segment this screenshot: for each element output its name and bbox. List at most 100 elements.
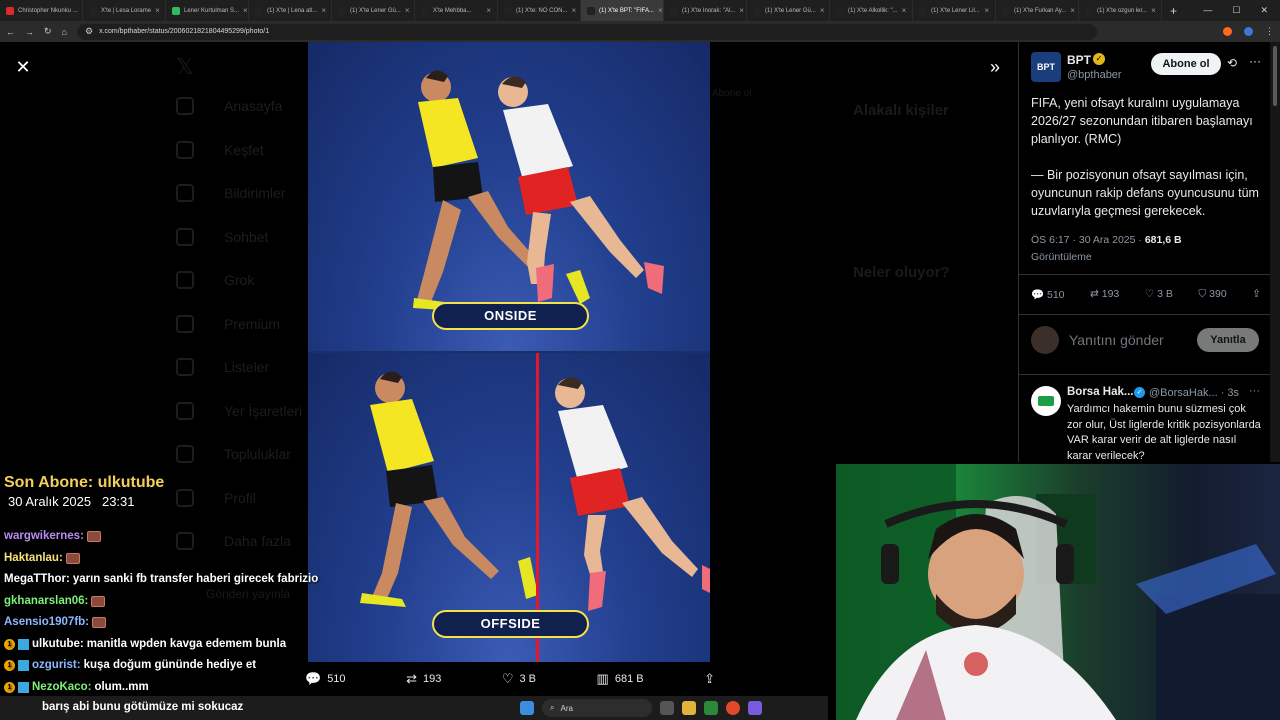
subscriber-badge-icon: 1: [4, 638, 15, 650]
close-window-icon[interactable]: ✕: [1260, 5, 1268, 16]
browser-tab[interactable]: (1) X'te Furkan Ay... ×: [996, 0, 1079, 21]
tab-close-icon[interactable]: ×: [658, 6, 663, 15]
reply-submit-button[interactable]: Yanıtla: [1197, 328, 1259, 352]
minimize-icon[interactable]: —: [1203, 5, 1212, 16]
more-options-icon[interactable]: ···: [1249, 54, 1261, 68]
avatar[interactable]: BPT: [1031, 52, 1061, 82]
tab-label: (1) X'te BPT: "FIFA...: [599, 7, 654, 14]
browser-tab[interactable]: (1) X'te Lener Gü... ×: [747, 0, 830, 21]
tab-close-icon[interactable]: ×: [572, 6, 577, 15]
reply-author-name[interactable]: Borsa Hak...: [1067, 386, 1133, 398]
extension-icon[interactable]: [1244, 27, 1253, 36]
browser-tab[interactable]: Christopher Nkunku ...×: [0, 0, 83, 21]
tab-label: Lener Kurtulman S...: [184, 7, 240, 14]
chat-badge-icon: [18, 638, 29, 650]
tweet-timestamp: ÖS 6:17 · 30 Ara 2025 · 681,6 B: [1031, 234, 1182, 246]
views-button[interactable]: ▥ 681 B: [597, 671, 644, 687]
tab-close-icon[interactable]: ×: [405, 6, 410, 15]
chrome-icon[interactable]: [726, 701, 740, 715]
tab-close-icon[interactable]: ×: [321, 6, 326, 15]
reply-count: 510: [1047, 289, 1065, 301]
taskbar-search[interactable]: ⌕ Ara: [542, 699, 652, 717]
new-tab-button[interactable]: +: [1162, 4, 1185, 18]
browser-tab[interactable]: X'te | Lesa Lorame ×: [83, 0, 166, 21]
browser-tab[interactable]: Lener Kurtulman S... ×: [166, 0, 249, 21]
reply-text: Yardımcı hakemin bunu süzmesi çok zor ol…: [1067, 403, 1261, 462]
browser-tab[interactable]: (1) X'te Inorak: "Al... ×: [664, 0, 747, 21]
tab-label: Christopher Nkunku ...: [18, 7, 78, 14]
tab-close-icon[interactable]: ×: [902, 6, 907, 15]
taskbar-center: ⌕ Ara: [520, 699, 762, 717]
share-button[interactable]: ⇪: [1252, 288, 1261, 301]
browser-tab[interactable]: (1) X'te Lener Lil... ×: [913, 0, 996, 21]
like-button[interactable]: ♡ 3 B: [1145, 288, 1173, 301]
forward-icon[interactable]: →: [25, 27, 34, 37]
reply-author-handle[interactable]: @BorsaHak... · 3s: [1149, 387, 1239, 399]
browser-tab[interactable]: (1) X'te Lener Gü... ×: [332, 0, 415, 21]
share-button[interactable]: ⇪: [704, 671, 715, 687]
tab-close-icon[interactable]: ×: [1070, 6, 1075, 15]
browser-tab[interactable]: X'te Mehbba... ×: [415, 0, 498, 21]
tab-close-icon[interactable]: ×: [486, 6, 491, 15]
author-name[interactable]: BPT: [1067, 53, 1091, 67]
file-explorer-icon[interactable]: [682, 701, 696, 715]
url-text[interactable]: x.com/bpthaber/status/200602182180449529…: [99, 28, 269, 35]
app-icon[interactable]: [704, 701, 718, 715]
follow-button[interactable]: Abone ol: [1151, 53, 1221, 75]
avatar[interactable]: [1031, 386, 1061, 416]
webcam-feed: [836, 464, 1280, 720]
maximize-icon[interactable]: ☐: [1232, 5, 1240, 16]
home-icon[interactable]: ⌂: [62, 27, 67, 37]
windows-start-icon[interactable]: [520, 701, 534, 715]
tab-label: (1) X'te Furkan Ay...: [1014, 7, 1067, 14]
sidebar-title-related: Alakalı kişiler: [853, 102, 949, 119]
reply-input[interactable]: Yanıtını gönder: [1069, 332, 1164, 348]
more-options-icon[interactable]: ···: [1249, 385, 1260, 397]
back-icon[interactable]: ←: [6, 27, 15, 37]
reply-button[interactable]: 💬 510: [1031, 288, 1065, 301]
menu-icon[interactable]: ⋮: [1265, 26, 1274, 37]
url-field[interactable]: ⚙ x.com/bpthaber/status/2006021821804495…: [76, 23, 1097, 40]
like-button[interactable]: ♡ 3 B: [502, 671, 536, 687]
browser-tab[interactable]: (1) X'te | Lena atl... ×: [249, 0, 332, 21]
browser-tab[interactable]: (1) X'te BPT: "FIFA... ×: [581, 0, 664, 21]
tab-close-icon[interactable]: ×: [1151, 6, 1156, 15]
scrollbar-thumb[interactable]: [1273, 46, 1277, 106]
browser-tab[interactable]: (1) X'te Alkollik: "... ×: [830, 0, 913, 21]
close-icon[interactable]: ✕: [12, 56, 34, 78]
grok-icon[interactable]: ⟲: [1227, 56, 1237, 70]
tab-close-icon[interactable]: ×: [243, 6, 248, 15]
tweet-photo[interactable]: ONSIDE OFFSIDE: [308, 42, 710, 662]
tweet-time[interactable]: ÖS 6:17 · 30 Ara 2025 ·: [1031, 234, 1145, 246]
tab-close-icon[interactable]: ×: [739, 6, 744, 15]
browser-tab[interactable]: (1) X'te ozgun ler... ×: [1079, 0, 1162, 21]
reload-icon[interactable]: ↻: [44, 26, 52, 37]
site-info-icon[interactable]: ⚙: [85, 26, 93, 37]
tab-close-icon[interactable]: ×: [820, 6, 825, 15]
repost-button[interactable]: ⇄ 193: [406, 671, 441, 687]
chat-username: NezoKaco:: [32, 680, 92, 693]
view-count: 681 B: [614, 673, 644, 685]
chat-message: Haktanlau:: [4, 548, 334, 570]
tab-label: (1) X'te Lener Gü...: [765, 7, 816, 14]
tab-close-icon[interactable]: ×: [984, 6, 989, 15]
tweet-action-bar: 💬 510 ⇄ 193 ♡ 3 B ⛉ 390 ⇪: [1031, 288, 1261, 301]
tab-bar: Christopher Nkunku ...×X'te | Lesa Loram…: [0, 0, 1280, 21]
discord-icon[interactable]: [748, 701, 762, 715]
chevron-double-right-icon[interactable]: »: [984, 56, 1006, 78]
taskbar-search-label: Ara: [560, 703, 573, 713]
tab-favicon-icon: [919, 6, 927, 15]
author-handle[interactable]: @bpthaber: [1067, 69, 1122, 81]
follow-chip: Abone ol: [712, 88, 752, 99]
views-label: Görüntüleme: [1031, 251, 1092, 263]
photo-panel-offside: OFFSIDE: [308, 353, 710, 662]
tab-close-icon[interactable]: ×: [155, 6, 160, 15]
repost-button[interactable]: ⇄ 193: [1090, 288, 1119, 301]
chat-badge-icon: [18, 681, 29, 693]
bookmark-button[interactable]: ⛉ 390: [1198, 288, 1226, 301]
extension-icon[interactable]: [1223, 27, 1232, 36]
browser-tab[interactable]: (1) X'te: NO CON... ×: [498, 0, 581, 21]
task-view-icon[interactable]: [660, 701, 674, 715]
nav-item: Keşfet: [176, 140, 264, 159]
webcam-image: [836, 464, 1280, 720]
